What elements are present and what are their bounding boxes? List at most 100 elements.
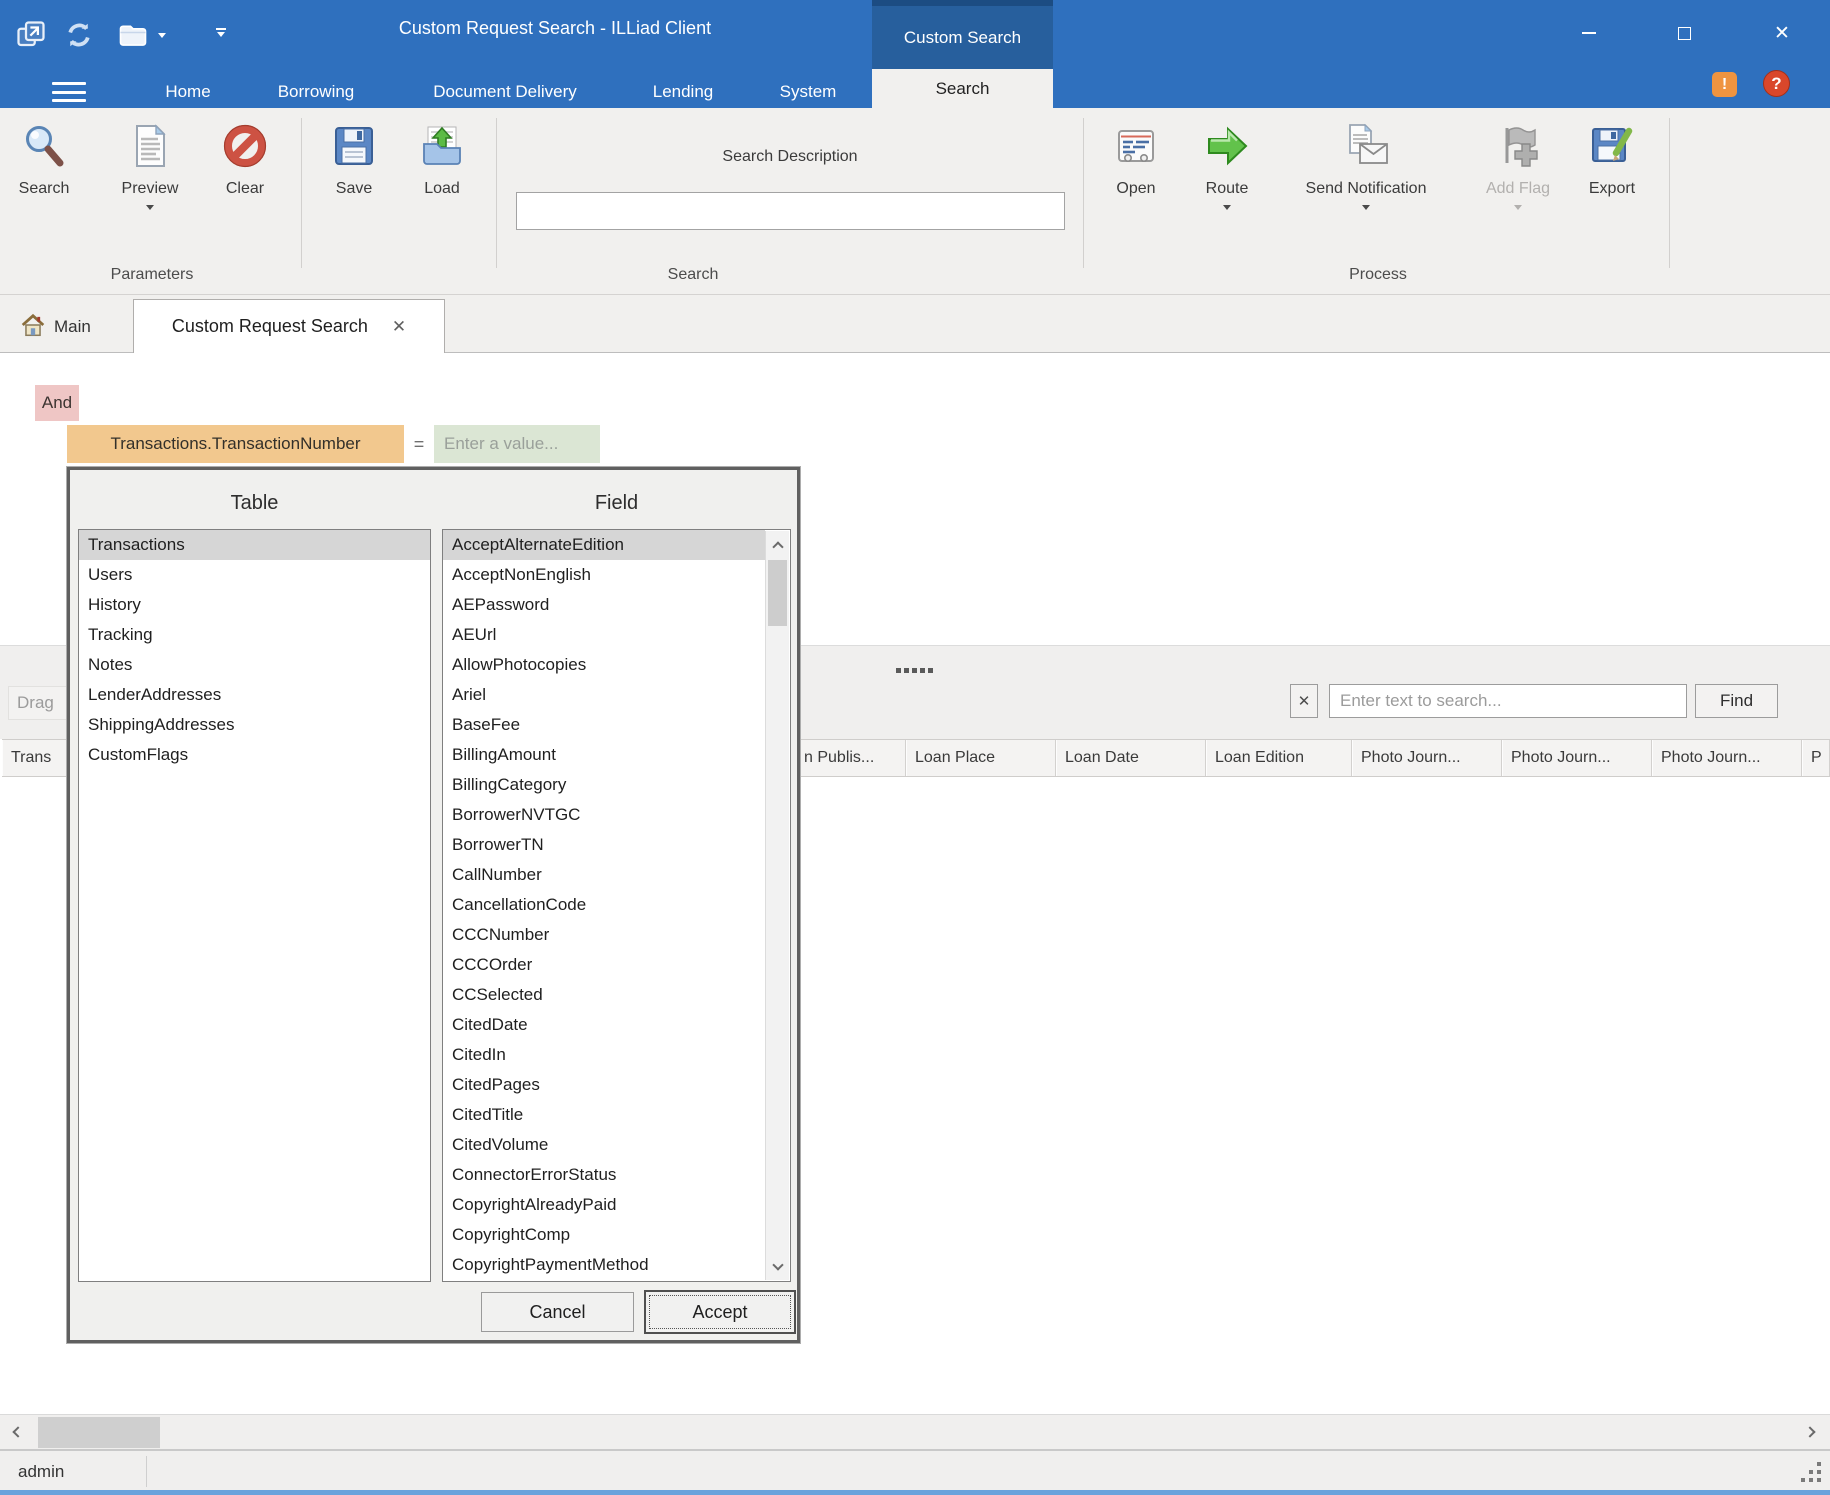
customize-toolbar-caret-icon[interactable] [216,28,226,37]
ribbon-tab-lending[interactable]: Lending [644,76,722,108]
resize-grip-icon[interactable] [1801,1462,1822,1483]
grid-column-header[interactable]: Photo Journ... [1652,740,1802,776]
table-listbox[interactable]: TransactionsUsersHistoryTrackingNotesLen… [78,529,431,1282]
field-list-item[interactable]: CCSelected [443,980,765,1010]
ribbon-tab-home[interactable]: Home [148,76,228,108]
field-list-item[interactable]: AcceptNonEnglish [443,560,765,590]
maximize-button[interactable] [1664,16,1704,50]
tab-close-icon[interactable]: ✕ [392,317,406,337]
export-button[interactable]: Export [1567,116,1657,264]
field-list-item[interactable]: CopyrightPaymentMethod [443,1250,765,1280]
field-list-item[interactable]: AEUrl [443,620,765,650]
search-description-input[interactable] [516,192,1065,230]
table-list-item[interactable]: CustomFlags [79,740,430,770]
table-list-item[interactable]: Notes [79,650,430,680]
grid-column-header[interactable]: Loan Edition [1206,740,1352,776]
folder-dropdown-caret-icon[interactable] [158,33,166,38]
grid-column-header[interactable]: Photo Journ... [1502,740,1652,776]
field-list-item[interactable]: ConnectorErrorStatus [443,1160,765,1190]
ribbon-tab-search-active[interactable]: Search [872,69,1053,108]
folder-open-icon[interactable] [116,18,150,52]
horizontal-scrollbar[interactable] [0,1414,1830,1449]
scroll-left-button[interactable] [2,1415,30,1449]
send-notification-dropdown-caret-icon[interactable] [1362,205,1370,210]
table-list-item[interactable]: LenderAddresses [79,680,430,710]
field-list-item[interactable]: BillingAmount [443,740,765,770]
field-list-item[interactable]: Ariel [443,680,765,710]
field-list-item[interactable]: BaseFee [443,710,765,740]
table-list-item[interactable]: Transactions [79,530,430,560]
field-list-item[interactable]: CitedDate [443,1010,765,1040]
grid-search-input[interactable] [1329,684,1687,718]
open-record-icon [1112,122,1160,170]
refresh-icon[interactable] [62,18,96,52]
minimize-button[interactable] [1569,16,1609,50]
field-list-item[interactable]: CCCOrder [443,950,765,980]
grid-column-header[interactable]: Loan Place [906,740,1056,776]
field-list-item[interactable]: CitedTitle [443,1100,765,1130]
field-list-item[interactable]: BillingCategory [443,770,765,800]
scroll-up-button[interactable] [766,531,789,558]
grid-search-clear-button[interactable]: ✕ [1290,684,1318,718]
search-description-label: Search Description [600,148,980,166]
close-button[interactable]: ✕ [1762,16,1802,50]
clear-button[interactable]: Clear [202,116,288,264]
ribbon-tab-borrowing[interactable]: Borrowing [264,76,368,108]
field-list-item[interactable]: CitedVolume [443,1130,765,1160]
query-field-chip[interactable]: Transactions.TransactionNumber [67,425,404,463]
ribbon-tab-system[interactable]: System [768,76,848,108]
field-list-item[interactable]: CopyrightComp [443,1220,765,1250]
grid-column-header[interactable]: n Publis... [795,740,906,776]
route-dropdown-caret-icon[interactable] [1223,205,1231,210]
route-button[interactable]: Route [1184,116,1270,264]
open-button[interactable]: Open [1093,116,1179,264]
query-value-placeholder[interactable]: Enter a value... [434,425,600,463]
scrollbar-thumb[interactable] [768,560,787,626]
tab-main[interactable]: Main [14,303,116,351]
table-list-item[interactable]: ShippingAddresses [79,710,430,740]
load-button[interactable]: Load [399,116,485,264]
search-button[interactable]: Search [1,116,87,264]
scroll-right-button[interactable] [1798,1415,1826,1449]
contextual-tab-custom-search[interactable]: Custom Search [872,6,1053,69]
table-list-item[interactable]: History [79,590,430,620]
field-list-item[interactable]: BorrowerNVTGC [443,800,765,830]
field-list-item[interactable]: CancellationCode [443,890,765,920]
tab-custom-request-search[interactable]: Custom Request Search ✕ [133,299,445,353]
table-list-item[interactable]: Users [79,560,430,590]
query-group-operator-chip[interactable]: And [35,385,79,421]
scroll-down-button[interactable] [766,1253,789,1280]
ribbon-tab-document-delivery[interactable]: Document Delivery [418,76,592,108]
accept-button[interactable]: Accept [644,1290,796,1334]
field-list-item[interactable]: AllowPhotocopies [443,650,765,680]
field-list-scrollbar[interactable] [765,531,789,1280]
horizontal-scrollbar-thumb[interactable] [38,1417,160,1448]
field-list-item[interactable]: CallNumber [443,860,765,890]
field-list-item[interactable]: AcceptAlternateEdition [443,530,765,560]
grid-column-header[interactable]: Loan Date [1056,740,1206,776]
send-notification-button[interactable]: Send Notification [1281,116,1451,264]
field-list-item[interactable]: CitedIn [443,1040,765,1070]
field-list-item[interactable]: CopyrightAlreadyPaid [443,1190,765,1220]
field-listbox[interactable]: AcceptAlternateEditionAcceptNonEnglishAE… [442,529,791,1282]
grid-column-header[interactable]: Photo Journ... [1352,740,1502,776]
cancel-button[interactable]: Cancel [481,1292,634,1332]
field-list-item[interactable]: BorrowerTN [443,830,765,860]
open-button-label: Open [1116,180,1155,198]
add-flag-icon [1494,122,1542,170]
grid-column-header[interactable]: P [1802,740,1830,776]
query-operator[interactable]: = [404,425,434,463]
preview-dropdown-caret-icon[interactable] [146,205,154,210]
splitter-handle[interactable] [896,668,936,673]
app-window-icon[interactable] [14,18,48,52]
table-list-item[interactable]: Tracking [79,620,430,650]
field-list-item[interactable]: AEPassword [443,590,765,620]
preview-button[interactable]: Preview [107,116,193,264]
save-button[interactable]: Save [311,116,397,264]
field-list-item[interactable]: CCCNumber [443,920,765,950]
field-list-item[interactable]: CitedPages [443,1070,765,1100]
about-info-icon[interactable]: ! [1712,72,1737,97]
hamburger-menu-icon[interactable] [52,82,86,102]
help-question-icon[interactable]: ? [1763,70,1790,97]
grid-find-button[interactable]: Find [1695,684,1778,718]
